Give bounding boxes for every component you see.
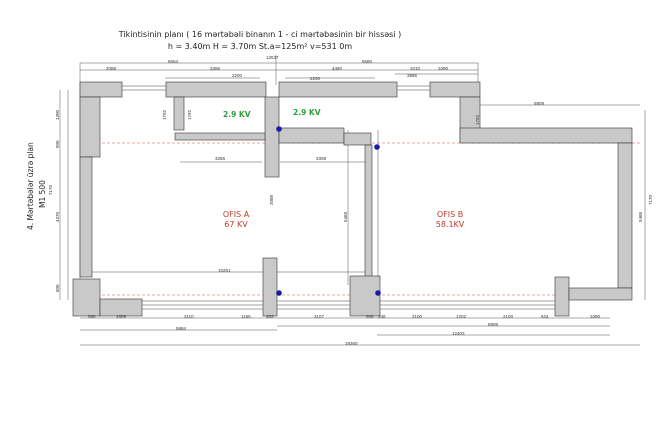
dim-top-2200-a: 2200 — [232, 73, 243, 78]
dim-mid-3308: 3308 — [316, 156, 327, 161]
wall-left-pillar-bottom — [72, 278, 101, 317]
wall-top-a — [165, 81, 267, 98]
wall-center-right — [278, 127, 345, 144]
dim-top-1090: 1090 — [438, 66, 449, 71]
wall-top-left — [79, 81, 123, 98]
room-a-power: 67 KV — [224, 220, 248, 229]
wall-bottom-center — [262, 257, 278, 317]
dim-bottom-2100-a: 2100 — [412, 314, 423, 319]
dim-left-7170: 7170 — [48, 184, 53, 195]
wall-right-beam — [459, 127, 633, 144]
electric-point-2 — [374, 144, 380, 150]
wall-left — [79, 156, 93, 278]
wall-center-beam — [174, 132, 266, 141]
kv-label-right: 2.9 KV — [293, 108, 321, 117]
plan-title: Tikintisinin planı ( 16 mərtəbəli binanı… — [118, 30, 402, 39]
dim-bottom-1090: 1090 — [590, 314, 601, 319]
electric-point-3 — [276, 290, 282, 296]
dim-mid-1792-c: 1792 — [475, 114, 480, 125]
wall-right — [617, 142, 633, 289]
dim-right-7170: 7170 — [648, 194, 653, 205]
dim-bottom-508: 508 — [366, 314, 374, 319]
dim-bottom-5884: 5884 — [176, 326, 187, 331]
dim-bottom-2100-b: 2100 — [503, 314, 514, 319]
dim-top-3886: 3886 — [407, 73, 418, 78]
dim-bottom-8909: 8909 — [488, 322, 499, 327]
wall-center-column — [264, 96, 280, 178]
wall-top-b — [278, 81, 398, 98]
dim-inner-5468-b: 5468 — [638, 211, 643, 222]
dim-top-2200-b: 2200 — [310, 76, 321, 81]
wall-a-small — [173, 96, 185, 131]
dim-mid-1792-b: 1792 — [187, 109, 192, 120]
dim-bottom-3110: 3110 — [184, 314, 194, 319]
dim-top-4480: 4480 — [332, 66, 343, 71]
dim-left-4370: 4370 — [55, 211, 60, 222]
electric-point-4 — [375, 290, 381, 296]
wall-bottom-right — [554, 276, 570, 317]
dim-top-6554: 6554 — [168, 59, 179, 64]
dim-bottom-483: 483 — [266, 314, 274, 319]
dim-bottom-624: 624 — [541, 314, 549, 319]
dim-left-1300: 1300 — [55, 109, 60, 120]
dim-bottom-590: 590 — [88, 314, 96, 319]
dim-mid-1792-a: 1792 — [162, 109, 167, 120]
wall-bottom-corner — [568, 287, 633, 301]
dim-top-3456: 3456 — [210, 66, 221, 71]
side-label-scale: M1 500 — [38, 180, 47, 208]
dim-bottom-248: 248 — [378, 314, 386, 319]
dim-inner-2088: 2088 — [269, 194, 274, 205]
dim-mid-10251: 10251 — [218, 268, 231, 273]
dim-top-6580: 6580 — [362, 59, 373, 64]
walls — [72, 81, 633, 317]
side-label-plan: 4. Mərtəbələr üzrə plan — [26, 142, 35, 230]
wall-left-pillar-top — [79, 96, 101, 158]
dim-top-1010: 1010 — [410, 66, 421, 71]
plan-subtitle: h = 3.40m H = 3.70m St.a=125m² v=531 0m — [167, 42, 353, 51]
dim-top-2088: 2088 — [106, 66, 117, 71]
wall-partition — [364, 144, 373, 281]
room-b-name: OFIS B — [436, 210, 464, 219]
dim-top-5809: 5809 — [534, 101, 545, 106]
room-a-label: OFIS A 67 KV — [196, 210, 276, 230]
dim-bottom-19360: 19360 — [345, 341, 358, 346]
electric-point-1 — [276, 126, 282, 132]
dim-inner-5468-a: 5468 — [343, 211, 348, 222]
wall-bottom-partition — [349, 275, 381, 317]
dim-bottom-12403: 12403 — [452, 331, 465, 336]
room-b-power: 58.1KV — [435, 220, 465, 229]
dim-mid-3256: 3256 — [215, 156, 226, 161]
dim-top-12537: 12537 — [266, 55, 279, 60]
wall-top-right — [429, 81, 481, 98]
dim-bottom-3107: 3107 — [314, 314, 325, 319]
dim-left-900: 900 — [55, 140, 60, 148]
dim-left-600: 600 — [55, 284, 60, 292]
room-a-name: OFIS A — [222, 210, 250, 219]
dim-bottom-1609: 1609 — [116, 314, 127, 319]
dim-bottom-1202: 1202 — [456, 314, 467, 319]
room-b-label: OFIS B 58.1KV — [410, 210, 490, 230]
wall-center-step — [343, 132, 372, 146]
kv-label-left: 2.9 KV — [223, 110, 251, 119]
floor-plan-drawing — [59, 55, 646, 346]
dim-bottom-1165: 1165 — [241, 314, 251, 319]
